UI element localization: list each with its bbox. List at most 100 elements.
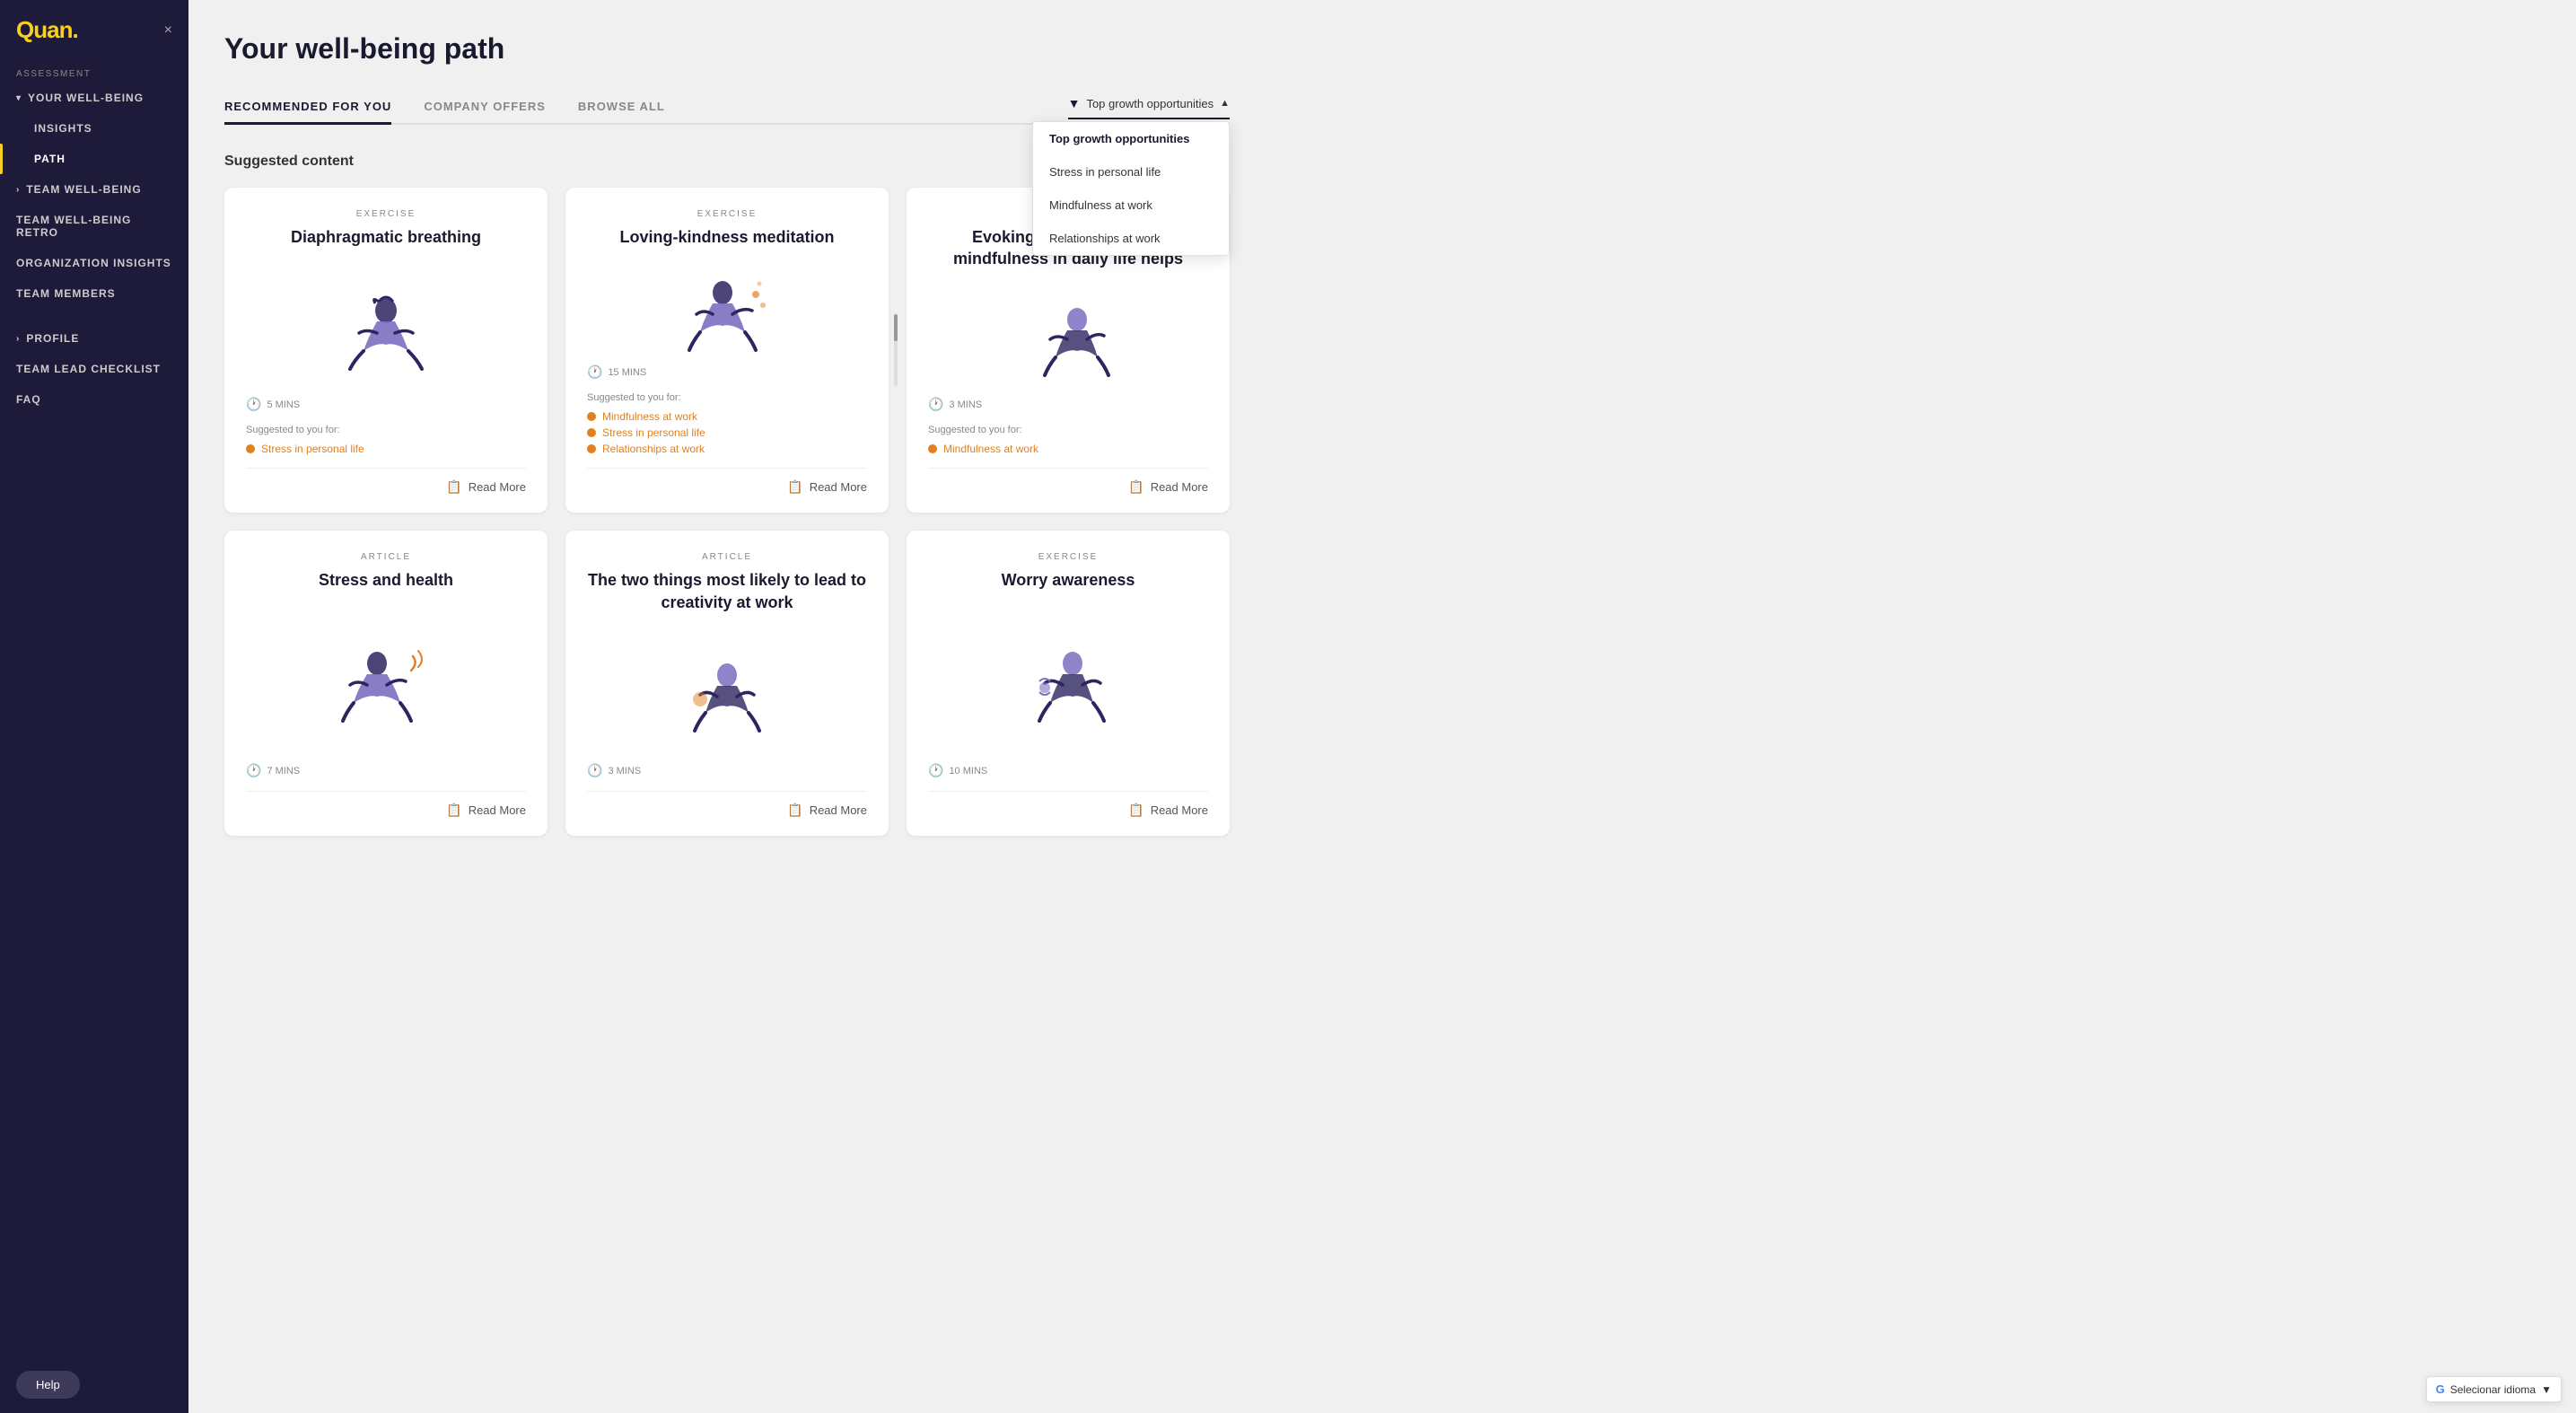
sidebar-bottom: Help bbox=[0, 1356, 188, 1413]
sidebar-header: Quan. × bbox=[0, 0, 188, 53]
book-icon: 📋 bbox=[787, 479, 802, 495]
card-title: Diaphragmatic breathing bbox=[246, 226, 526, 248]
cards-row-2: ARTICLE Stress and health bbox=[224, 531, 1230, 836]
sidebar-item-insights[interactable]: INSIGHTS bbox=[0, 113, 188, 144]
read-more-button[interactable]: 📋 Read More bbox=[1128, 479, 1208, 495]
card-time: 🕐 15 MINS bbox=[587, 364, 867, 380]
sidebar-item-label: TEAM MEMBERS bbox=[16, 287, 116, 300]
scroll-thumb bbox=[894, 314, 898, 341]
page-title: Your well-being path bbox=[224, 32, 1230, 66]
card-type: EXERCISE bbox=[246, 209, 526, 219]
tag-dot bbox=[928, 444, 937, 453]
card-illustration bbox=[928, 611, 1208, 757]
card-tag-2: Relationships at work bbox=[587, 443, 867, 455]
chevron-right-icon: › bbox=[16, 334, 20, 344]
read-more-button[interactable]: 📋 Read More bbox=[787, 803, 867, 818]
translate-label: Selecionar idioma bbox=[2450, 1383, 2536, 1396]
card-illustration bbox=[246, 611, 526, 757]
tag-dot bbox=[587, 412, 596, 421]
sidebar-item-team-lead-checklist[interactable]: TEAM LEAD CHECKLIST bbox=[0, 354, 188, 384]
card-footer: 📋 Read More bbox=[587, 791, 867, 818]
card-suggested-label: Suggested to you for: bbox=[587, 392, 867, 403]
sidebar-item-profile[interactable]: › PROFILE bbox=[0, 323, 188, 354]
card-title: Stress and health bbox=[246, 569, 526, 591]
clock-icon: 🕐 bbox=[246, 397, 261, 412]
sidebar-item-team-well-being[interactable]: › TEAM WELL-BEING bbox=[0, 174, 188, 205]
card-time: 🕐 5 MINS bbox=[246, 397, 526, 412]
tabs-bar: RECOMMENDED FOR YOU COMPANY OFFERS BROWS… bbox=[224, 91, 1230, 125]
sidebar-item-label: ORGANIZATION INSIGHTS bbox=[16, 257, 171, 269]
read-more-button[interactable]: 📋 Read More bbox=[1128, 803, 1208, 818]
read-more-button[interactable]: 📋 Read More bbox=[446, 479, 526, 495]
filter-area: ▼ Top growth opportunities ▲ Top growth … bbox=[1068, 96, 1230, 118]
sidebar-item-label: FAQ bbox=[16, 393, 41, 406]
card-footer: 📋 Read More bbox=[246, 468, 526, 495]
card-tags: Mindfulness at work bbox=[928, 443, 1208, 455]
sidebar: Quan. × ASSESSMENT ▾ YOUR WELL-BEING INS… bbox=[0, 0, 188, 1413]
sidebar-item-team-well-being-retro[interactable]: TEAM WELL-BEING RETRO bbox=[0, 205, 188, 248]
sidebar-item-team-members[interactable]: TEAM MEMBERS bbox=[0, 278, 188, 309]
clock-icon: 🕐 bbox=[587, 763, 602, 778]
card-footer: 📋 Read More bbox=[587, 468, 867, 495]
dropdown-item-top-growth[interactable]: Top growth opportunities bbox=[1033, 122, 1229, 155]
card-illustration bbox=[587, 633, 867, 756]
book-icon: 📋 bbox=[787, 803, 802, 818]
tag-dot bbox=[587, 444, 596, 453]
dropdown-item-stress-personal[interactable]: Stress in personal life bbox=[1033, 155, 1229, 189]
card-illustration bbox=[928, 290, 1208, 391]
card-time: 🕐 3 MINS bbox=[928, 397, 1208, 412]
chevron-right-icon: › bbox=[16, 185, 20, 195]
read-more-button[interactable]: 📋 Read More bbox=[787, 479, 867, 495]
card-illustration bbox=[587, 268, 867, 357]
book-icon: 📋 bbox=[446, 479, 461, 495]
sidebar-item-label: TEAM WELL-BEING bbox=[26, 183, 141, 196]
sidebar-item-path[interactable]: PATH bbox=[0, 144, 188, 174]
filter-button[interactable]: ▼ Top growth opportunities ▲ bbox=[1068, 96, 1230, 119]
card-type: EXERCISE bbox=[587, 209, 867, 219]
read-more-button[interactable]: 📋 Read More bbox=[446, 803, 526, 818]
card-illustration bbox=[246, 268, 526, 390]
card-title: Loving-kindness meditation bbox=[587, 226, 867, 248]
clock-icon: 🕐 bbox=[587, 364, 602, 380]
card-tag-0: Mindfulness at work bbox=[587, 410, 867, 423]
sidebar-item-organization-insights[interactable]: ORGANIZATION INSIGHTS bbox=[0, 248, 188, 278]
close-icon[interactable]: × bbox=[164, 22, 172, 39]
clock-icon: 🕐 bbox=[246, 763, 261, 778]
sidebar-item-your-well-being[interactable]: ▾ YOUR WELL-BEING bbox=[0, 83, 188, 113]
tab-browse-all[interactable]: BROWSE ALL bbox=[578, 91, 665, 125]
card-type: ARTICLE bbox=[246, 552, 526, 562]
sidebar-section-assessment: ASSESSMENT bbox=[0, 53, 188, 83]
card-time: 🕐 10 MINS bbox=[928, 763, 1208, 778]
dropdown-item-relationships[interactable]: Relationships at work bbox=[1033, 222, 1229, 255]
sidebar-item-label: PATH bbox=[34, 153, 66, 165]
dropdown-item-mindfulness[interactable]: Mindfulness at work bbox=[1033, 189, 1229, 222]
tab-recommended[interactable]: RECOMMENDED FOR YOU bbox=[224, 91, 391, 125]
card-worry-awareness: EXERCISE Worry awareness bbox=[907, 531, 1230, 836]
sidebar-item-faq[interactable]: FAQ bbox=[0, 384, 188, 415]
card-tags: Stress in personal life bbox=[246, 443, 526, 455]
card-type: ARTICLE bbox=[587, 552, 867, 562]
sidebar-item-label: INSIGHTS bbox=[34, 122, 92, 135]
card-tag-1: Stress in personal life bbox=[587, 426, 867, 439]
filter-label: Top growth opportunities bbox=[1086, 97, 1214, 110]
filter-chevron-icon: ▲ bbox=[1220, 98, 1230, 109]
card-suggested-label: Suggested to you for: bbox=[246, 425, 526, 435]
card-footer: 📋 Read More bbox=[928, 468, 1208, 495]
card-tag: Stress in personal life bbox=[246, 443, 526, 455]
sidebar-item-label: TEAM LEAD CHECKLIST bbox=[16, 363, 161, 375]
tag-dot bbox=[246, 444, 255, 453]
card-type: EXERCISE bbox=[928, 552, 1208, 562]
card-stress-health: ARTICLE Stress and health bbox=[224, 531, 548, 836]
chevron-down-icon: ▾ bbox=[16, 93, 22, 103]
help-button[interactable]: Help bbox=[16, 1371, 80, 1399]
clock-icon: 🕐 bbox=[928, 397, 943, 412]
filter-dropdown: Top growth opportunities Stress in perso… bbox=[1032, 121, 1230, 256]
card-time: 🕐 7 MINS bbox=[246, 763, 526, 778]
logo: Quan. bbox=[16, 16, 78, 44]
sidebar-item-label: YOUR WELL-BEING bbox=[28, 92, 144, 104]
card-time: 🕐 3 MINS bbox=[587, 763, 867, 778]
book-icon: 📋 bbox=[1128, 479, 1143, 495]
card-footer: 📋 Read More bbox=[246, 791, 526, 818]
translate-bar[interactable]: G Selecionar idioma ▼ bbox=[2426, 1376, 2562, 1402]
tab-company-offers[interactable]: COMPANY OFFERS bbox=[424, 91, 546, 125]
